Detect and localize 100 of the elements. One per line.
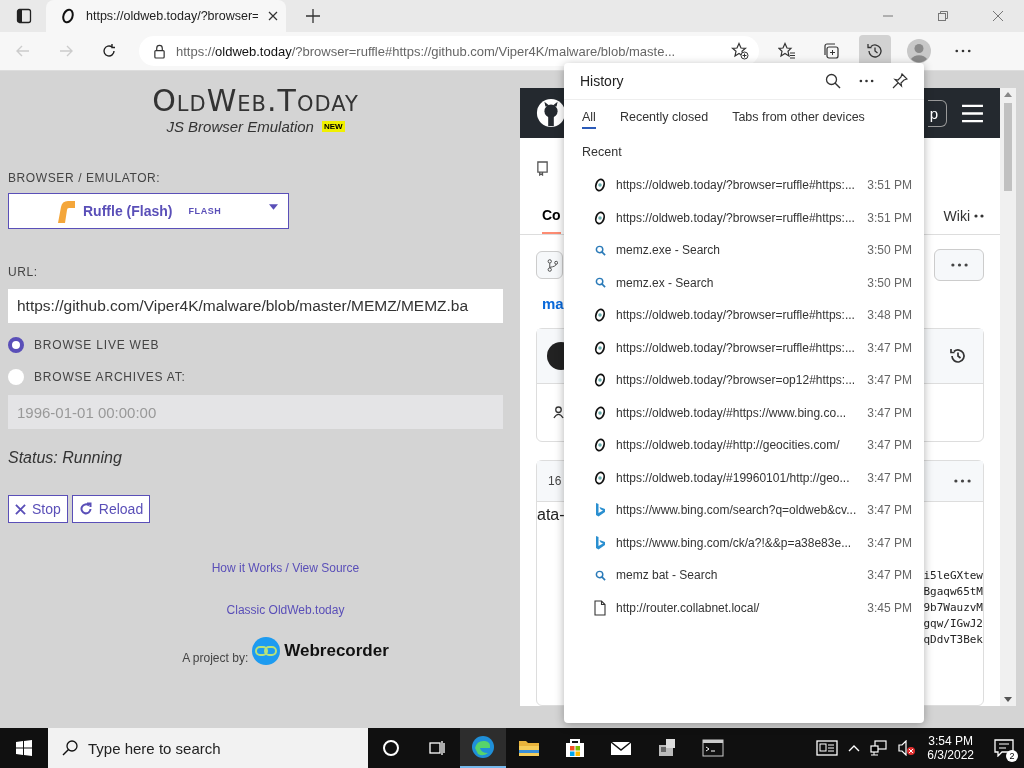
lock-icon: [153, 43, 166, 59]
credit-text: A project by:: [182, 651, 249, 665]
branch-button[interactable]: [536, 251, 563, 279]
history-item[interactable]: https://oldweb.today/?browser=ruffle#https:... 3:47 PM: [564, 331, 924, 364]
code-text: ata-: [537, 506, 565, 524]
history-item[interactable]: memz.exe - Search 3:50 PM: [564, 234, 924, 267]
history-tab[interactable]: All: [582, 110, 596, 129]
person-icon: [553, 406, 564, 419]
close-icon[interactable]: [268, 11, 278, 21]
file-path-link[interactable]: ma: [542, 295, 564, 312]
history-item[interactable]: http://router.collabnet.local/ 3:45 PM: [564, 591, 924, 624]
document-icon: [594, 599, 606, 616]
field-label: URL:: [8, 265, 39, 279]
emulator-select[interactable]: Ruffle (Flash) FLASH: [8, 193, 289, 229]
code-line: i5leGXtew: [923, 568, 983, 584]
reload-icon[interactable]: [101, 43, 117, 59]
history-item[interactable]: https://oldweb.today/#http://geocities.com/ 3:47 PM: [564, 429, 924, 462]
wiki-tab[interactable]: Wiki: [943, 208, 970, 224]
history-item[interactable]: https://oldweb.today/#19960101/http://geo... 3:47 PM: [564, 461, 924, 494]
address-bar[interactable]: https://oldweb.today/?browser=ruffle#https://github.com/Viper4K/malware/blob/maste...: [139, 36, 759, 66]
more-icon[interactable]: [954, 479, 971, 483]
close-icon: [15, 503, 26, 515]
news-icon[interactable]: [816, 740, 839, 756]
code-tab[interactable]: Co: [542, 198, 561, 234]
new-badge: NEW: [321, 121, 345, 132]
panel-title: History: [580, 73, 624, 89]
new-tab-icon[interactable]: [306, 9, 320, 23]
url-input[interactable]: https://github.com/Viper4K/malware/blob/master/MEMZ/MEMZ.ba: [8, 289, 503, 323]
history-icon: [866, 42, 884, 60]
radio-button[interactable]: [8, 369, 24, 385]
history-item[interactable]: memz.ex - Search 3:50 PM: [564, 266, 924, 299]
more-icon: [950, 263, 968, 267]
scroll-up-icon[interactable]: [1004, 92, 1012, 97]
menu-icon[interactable]: [961, 103, 984, 123]
shopping-bag-icon: [563, 736, 587, 760]
speaker-muted-icon[interactable]: [898, 740, 917, 756]
scroll-thumb[interactable]: [1004, 103, 1012, 191]
radio-label: BROWSE LIVE WEB: [34, 338, 160, 352]
header-button[interactable]: p: [927, 99, 947, 127]
history-tab[interactable]: Recently closed: [619, 110, 709, 129]
subtitle: JS Browser Emulation: [166, 118, 314, 135]
site-icon: [593, 178, 607, 193]
chevron-up-icon[interactable]: [848, 744, 861, 752]
task-view-icon[interactable]: [428, 739, 446, 757]
history-item[interactable]: https://oldweb.today/?browser=op12#https:... 3:47 PM: [564, 364, 924, 397]
clock[interactable]: 3:54 PM 6/3/2022: [927, 734, 974, 762]
pin-icon[interactable]: [892, 73, 908, 89]
site-icon: [593, 210, 607, 225]
code-line: 9b7WauzvM: [923, 600, 983, 616]
footer-link[interactable]: Classic OldWeb.today: [226, 603, 345, 617]
stop-button[interactable]: Stop: [8, 495, 68, 523]
webrecorder-logo-icon: [252, 637, 281, 665]
status-text: Status: Running: [8, 449, 123, 467]
network-icon[interactable]: [870, 740, 889, 756]
history-icon[interactable]: [949, 347, 967, 365]
browser-tab[interactable]: https://oldweb.today/?browser=: [46, 0, 286, 32]
radio-label: BROWSE ARCHIVES AT:: [34, 370, 186, 384]
tab-title: https://oldweb.today/?browser=: [86, 9, 258, 23]
history-item[interactable]: https://oldweb.today/?browser=ruffle#https:... 3:51 PM: [564, 169, 924, 202]
more-icon[interactable]: [859, 79, 874, 83]
book-icon: [536, 160, 549, 176]
address-text: https://oldweb.today/?browser=ruffle#https://github.com/Viper4K/malware/blob/maste...: [176, 43, 677, 59]
history-item[interactable]: https://www.bing.com/ck/a?!&&p=a38e83e... 3:47 PM: [564, 526, 924, 559]
start-icon[interactable]: [16, 740, 32, 756]
scroll-down-icon[interactable]: [1004, 697, 1012, 702]
edge-app-button[interactable]: [460, 728, 506, 768]
site-icon: [593, 470, 607, 485]
terminal-icon: [701, 736, 725, 760]
scrollbar[interactable]: [1000, 88, 1016, 706]
restore-icon[interactable]: [937, 10, 949, 22]
history-item[interactable]: https://oldweb.today/?browser=ruffle#https:... 3:48 PM: [564, 299, 924, 332]
search-icon[interactable]: [825, 73, 841, 89]
site-icon: [593, 373, 607, 388]
avatar-icon: [907, 39, 931, 63]
radio-button[interactable]: [8, 337, 24, 353]
history-item[interactable]: https://www.bing.com/search?q=oldweb&cv... 3:47 PM: [564, 494, 924, 527]
history-tab[interactable]: Tabs from other devices: [732, 110, 865, 129]
collections-icon: [822, 42, 840, 60]
site-icon: [593, 340, 607, 355]
favorite-add-icon[interactable]: [731, 42, 749, 60]
cortana-icon[interactable]: [382, 739, 400, 757]
speech-bubble-icon: [994, 739, 1014, 757]
history-item[interactable]: https://oldweb.today/?browser=ruffle#https:... 3:51 PM: [564, 201, 924, 234]
site-icon: [593, 308, 607, 323]
more-icon[interactable]: [974, 214, 984, 218]
code-line: qDdvT3Bek: [923, 632, 983, 648]
search-icon: [62, 740, 78, 756]
tab-actions-icon[interactable]: [16, 8, 32, 24]
browser-logo-icon: [471, 735, 495, 759]
footer-link[interactable]: How it Works / View Source: [211, 561, 360, 575]
code-line: gqw/IGwJ2: [923, 616, 983, 632]
b-logo-icon: [595, 535, 605, 550]
code-line: Bgaqw65tM: [923, 584, 983, 600]
notifications-button[interactable]: 2: [984, 728, 1024, 768]
flash-icon: [55, 199, 75, 223]
history-item[interactable]: https://oldweb.today/#https://www.bing.co... 3:47 PM: [564, 396, 924, 429]
branch-icon: [547, 258, 558, 272]
reload-button[interactable]: Reload: [71, 495, 151, 523]
search-field[interactable]: Type here to search: [48, 728, 368, 768]
history-item[interactable]: memz bat - Search 3:47 PM: [564, 559, 924, 592]
